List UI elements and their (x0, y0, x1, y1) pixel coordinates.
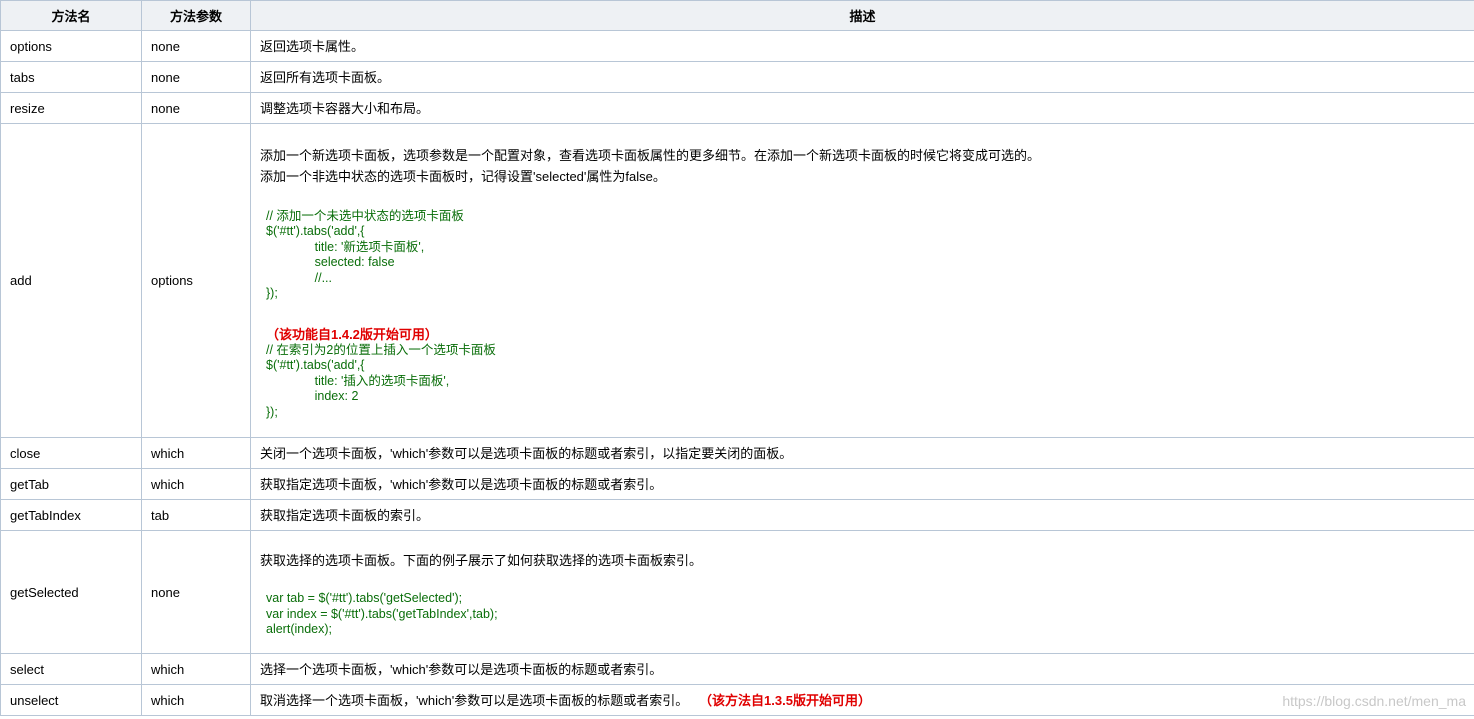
column-header-description: 描述 (250, 0, 1474, 31)
table-row: options none 返回选项卡属性。 (0, 30, 1474, 62)
method-name: tabs (0, 61, 142, 93)
description-text: 返回选项卡属性。 (260, 38, 365, 54)
method-name: options (0, 30, 142, 62)
table-row: add options 添加一个新选项卡面板，选项参数是一个配置对象，查看选项卡… (0, 123, 1474, 438)
table-row: getSelected none 获取选择的选项卡面板。下面的例子展示了如何获取… (0, 530, 1474, 654)
method-description: 获取选择的选项卡面板。下面的例子展示了如何获取选择的选项卡面板索引。 var t… (250, 530, 1474, 654)
method-param: none (141, 92, 251, 124)
method-param: none (141, 530, 251, 654)
method-param: which (141, 684, 251, 716)
method-param: none (141, 61, 251, 93)
description-text-part: 取消选择一个选项卡面板，'which'参数可以是选项卡面板的标题或者索引。 (260, 692, 689, 708)
api-methods-table: 方法名 方法参数 描述 options none 返回选项卡属性。 tabs n… (0, 0, 1474, 716)
table-header-row: 方法名 方法参数 描述 (0, 0, 1474, 31)
method-name: getTabIndex (0, 499, 142, 531)
method-description: 添加一个新选项卡面板，选项参数是一个配置对象，查看选项卡面板属性的更多细节。在添… (250, 123, 1474, 438)
column-header-method-name: 方法名 (0, 0, 142, 31)
method-description: 获取指定选项卡面板，'which'参数可以是选项卡面板的标题或者索引。 (250, 468, 1474, 500)
method-param: tab (141, 499, 251, 531)
method-name: resize (0, 92, 142, 124)
code-example: // 添加一个未选中状态的选项卡面板 $('#tt').tabs('add',{… (266, 208, 464, 301)
description-text: 添加一个新选项卡面板，选项参数是一个配置对象，查看选项卡面板属性的更多细节。在添… (260, 147, 1041, 163)
method-param: options (141, 123, 251, 438)
method-description: 返回选项卡属性。 (250, 30, 1474, 62)
table-row: getTab which 获取指定选项卡面板，'which'参数可以是选项卡面板… (0, 468, 1474, 500)
table-row: getTabIndex tab 获取指定选项卡面板的索引。 (0, 499, 1474, 531)
method-name: getSelected (0, 530, 142, 654)
table-row: tabs none 返回所有选项卡面板。 (0, 61, 1474, 93)
code-example: var tab = $('#tt').tabs('getSelected'); … (266, 591, 498, 637)
method-name: unselect (0, 684, 142, 716)
description-text: 获取指定选项卡面板，'which'参数可以是选项卡面板的标题或者索引。 (260, 476, 663, 492)
table-row: unselect which 取消选择一个选项卡面板，'which'参数可以是选… (0, 684, 1474, 716)
method-description: 获取指定选项卡面板的索引。 (250, 499, 1474, 531)
table-row: resize none 调整选项卡容器大小和布局。 (0, 92, 1474, 124)
method-param: which (141, 653, 251, 685)
method-description: 选择一个选项卡面板，'which'参数可以是选项卡面板的标题或者索引。 (250, 653, 1474, 685)
description-text: 获取选择的选项卡面板。下面的例子展示了如何获取选择的选项卡面板索引。 (260, 553, 703, 569)
description-text: 选择一个选项卡面板，'which'参数可以是选项卡面板的标题或者索引。 (260, 661, 663, 677)
method-description: 返回所有选项卡面板。 (250, 61, 1474, 93)
column-header-method-params: 方法参数 (141, 0, 251, 31)
version-note: （该方法自1.3.5版开始可用） (699, 692, 871, 708)
method-name: add (0, 123, 142, 438)
description-text: 添加一个非选中状态的选项卡面板时，记得设置'selected'属性为false。 (260, 168, 666, 184)
method-description: 调整选项卡容器大小和布局。 (250, 92, 1474, 124)
method-param: which (141, 468, 251, 500)
method-param: none (141, 30, 251, 62)
description-text: 获取指定选项卡面板的索引。 (260, 507, 430, 523)
description-text: 调整选项卡容器大小和布局。 (260, 100, 430, 116)
method-param: which (141, 437, 251, 469)
method-description: 关闭一个选项卡面板，'which'参数可以是选项卡面板的标题或者索引，以指定要关… (250, 437, 1474, 469)
table-row: close which 关闭一个选项卡面板，'which'参数可以是选项卡面板的… (0, 437, 1474, 469)
method-name: getTab (0, 468, 142, 500)
table-row: select which 选择一个选项卡面板，'which'参数可以是选项卡面板… (0, 653, 1474, 685)
description-text: 关闭一个选项卡面板，'which'参数可以是选项卡面板的标题或者索引，以指定要关… (260, 445, 793, 461)
method-name: close (0, 437, 142, 469)
code-example: // 在索引为2的位置上插入一个选项卡面板 $('#tt').tabs('add… (266, 342, 496, 419)
version-note: （该功能自1.4.2版开始可用） (266, 326, 438, 342)
watermark: https://blog.csdn.net/men_ma (1282, 693, 1466, 709)
description-text: 返回所有选项卡面板。 (260, 69, 391, 85)
method-name: select (0, 653, 142, 685)
